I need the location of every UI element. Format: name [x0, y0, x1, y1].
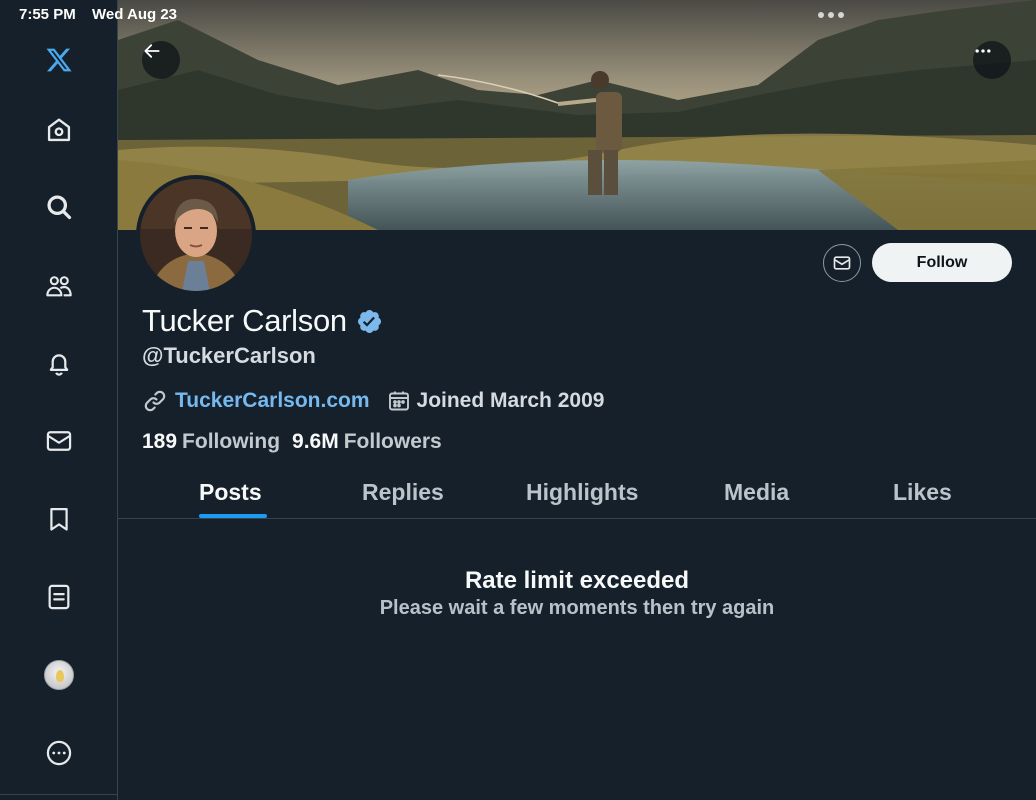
back-button[interactable]	[142, 41, 180, 79]
tab-highlights[interactable]: Highlights	[526, 479, 638, 506]
more-options-icon[interactable]	[39, 733, 79, 773]
following-count: 189	[142, 430, 178, 453]
profile-handle: @TuckerCarlson	[142, 343, 316, 368]
followers-count: 9.6M	[292, 430, 339, 453]
display-name-text: Tucker Carlson	[142, 303, 347, 338]
messages-envelope-icon[interactable]	[39, 421, 79, 461]
bookmark-icon[interactable]	[39, 499, 79, 539]
profile-stats: 189 Following 9.6M Followers	[142, 430, 442, 454]
profile-display-name: Tucker Carlson	[142, 303, 383, 339]
envelope-icon	[833, 256, 851, 270]
sidebar-divider	[0, 794, 118, 800]
lists-icon[interactable]	[39, 577, 79, 617]
error-message: Please wait a few moments then try again	[379, 597, 775, 619]
sidebar-nav	[0, 0, 118, 800]
tab-likes[interactable]: Likes	[893, 479, 952, 506]
home-icon[interactable]	[39, 110, 79, 150]
notifications-bell-icon[interactable]	[39, 344, 79, 384]
following-link[interactable]: 189 Following	[142, 430, 280, 454]
follow-button[interactable]: Follow	[872, 243, 1012, 282]
followers-label: Followers	[343, 430, 442, 453]
profile-banner-image[interactable]	[118, 0, 1036, 230]
verified-badge-icon[interactable]	[356, 308, 383, 335]
followers-link[interactable]: 9.6M Followers	[292, 430, 442, 454]
profile-avatar-large[interactable]	[136, 175, 256, 295]
tab-posts[interactable]: Posts	[199, 479, 262, 506]
more-menu-button[interactable]	[973, 41, 1011, 79]
search-icon[interactable]	[39, 187, 79, 227]
error-title: Rate limit exceeded	[464, 567, 690, 594]
tab-media[interactable]: Media	[724, 479, 789, 506]
calendar-icon	[387, 389, 411, 413]
joined-date: Joined March 2009	[416, 389, 605, 412]
communities-icon[interactable]	[39, 266, 79, 306]
profile-tabs: Posts Replies Highlights Media Likes	[118, 470, 1036, 519]
profile-avatar[interactable]	[39, 655, 79, 695]
active-tab-indicator	[199, 514, 267, 518]
tab-replies[interactable]: Replies	[362, 479, 444, 506]
profile-meta-row: TuckerCarlson.com Joined March 2009	[142, 388, 604, 414]
x-logo-icon[interactable]	[39, 40, 79, 80]
message-button[interactable]	[823, 244, 861, 282]
following-label: Following	[182, 430, 281, 453]
website-link[interactable]: TuckerCarlson.com	[175, 389, 370, 413]
link-icon	[142, 388, 168, 414]
